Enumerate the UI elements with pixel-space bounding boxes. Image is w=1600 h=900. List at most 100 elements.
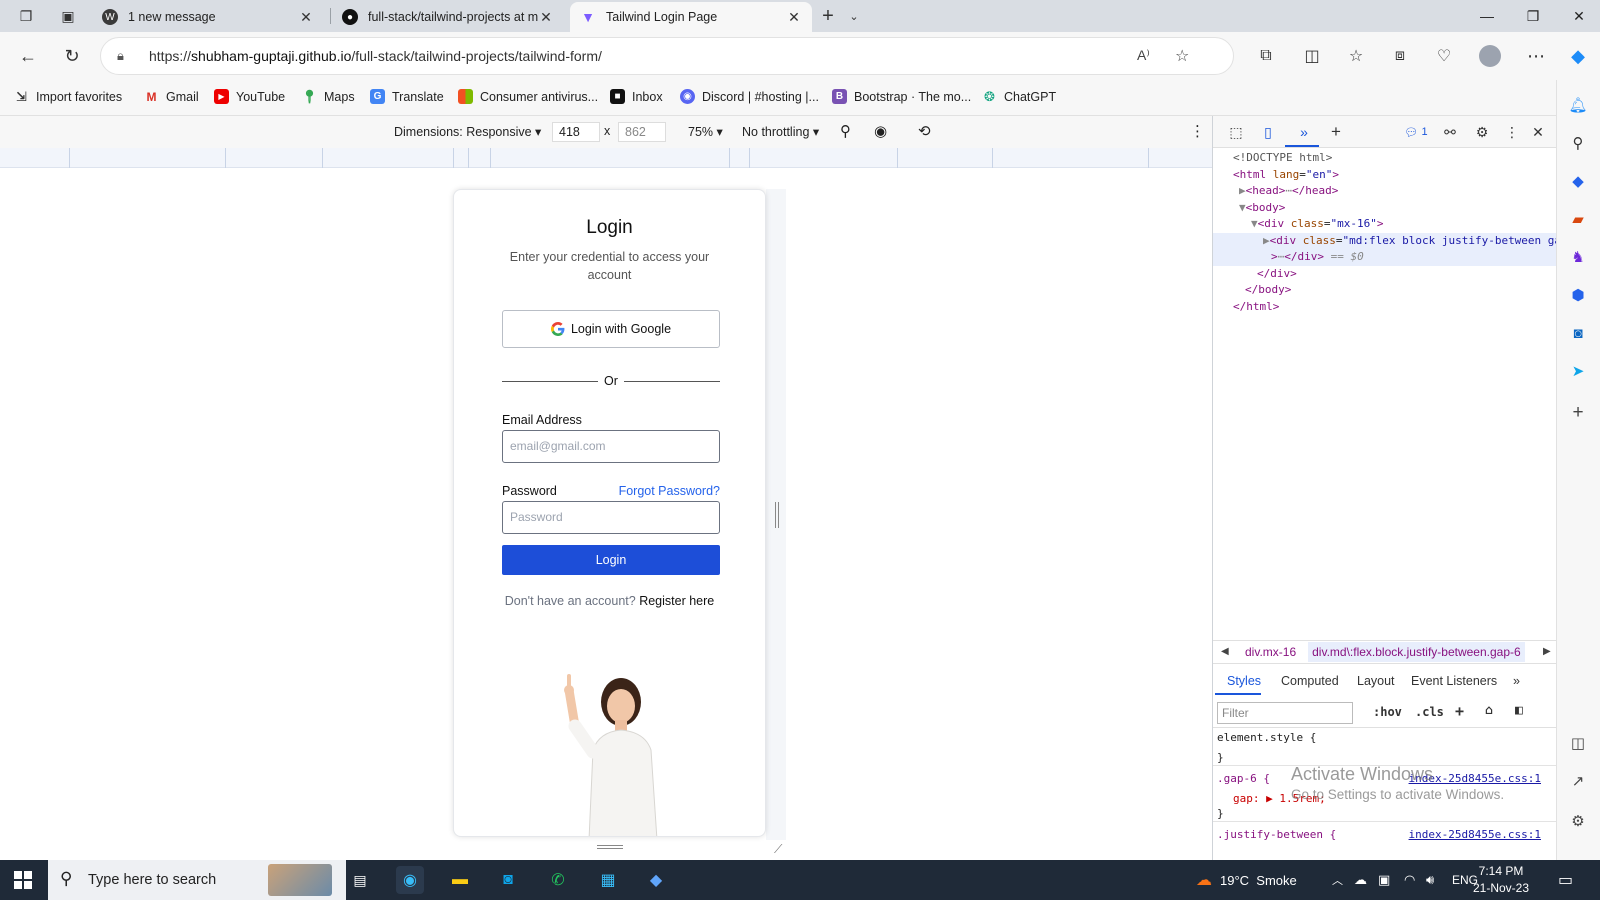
copilot-icon[interactable]: ◆ <box>1562 40 1594 72</box>
weather-widget[interactable]: ☁ 19°C Smoke <box>1196 860 1297 900</box>
volume-icon[interactable]: 🔊︎ <box>1426 860 1434 900</box>
dom-html-close-line[interactable]: </html> <box>1213 299 1557 316</box>
register-link[interactable]: Register here <box>639 594 714 608</box>
issues-badge[interactable]: 💬︎ 1 <box>1401 123 1431 141</box>
extensions-icon[interactable]: ⧉ <box>1250 40 1282 72</box>
edge-taskbar-icon[interactable]: ◉ <box>396 866 424 894</box>
tab-tailwind-login[interactable]: ▼ Tailwind Login Page ✕ <box>570 2 812 32</box>
onedrive-icon[interactable]: ☁ <box>1354 860 1367 900</box>
device-emulation-icon[interactable]: ▯ <box>1259 123 1277 141</box>
sensors-icon[interactable]: ⚲ <box>840 122 851 140</box>
tab-actions-icon[interactable]: ▣ <box>52 0 84 32</box>
close-tab-icon[interactable]: ✕ <box>298 9 314 26</box>
tab-github[interactable]: ● full-stack/tailwind-projects at ma ✕ <box>332 2 564 32</box>
rule-element-style[interactable]: element.style { <box>1217 731 1316 744</box>
notifications-icon[interactable]: ▭ <box>1558 860 1573 900</box>
more-tabs-icon[interactable]: » <box>1513 674 1520 688</box>
sidebar-toggle-icon[interactable]: ◧ <box>1515 703 1523 718</box>
copilot-taskbar-icon[interactable]: ◆ <box>642 866 670 894</box>
read-aloud-icon[interactable]: A⁾ <box>1137 47 1150 64</box>
taskbar-search-box[interactable]: ⚲ Type here to search <box>48 860 346 900</box>
bookmark-maps[interactable]: 📍︎ Maps <box>301 89 354 104</box>
email-input[interactable]: email@gmail.com <box>502 430 720 463</box>
connections-icon[interactable]: ⚯ <box>1441 123 1459 141</box>
tools-briefcase-icon[interactable]: ▰ <box>1567 208 1589 230</box>
profile-avatar[interactable] <box>1474 40 1506 72</box>
send-icon[interactable]: ➤ <box>1567 360 1589 382</box>
dom-body-close-line[interactable]: </body> <box>1213 282 1557 299</box>
rule-gap-6[interactable]: .gap-6 { <box>1217 772 1270 785</box>
dom-html-line[interactable]: <html lang="en"> <box>1213 167 1557 184</box>
favorite-star-icon[interactable]: ☆ <box>1175 46 1189 66</box>
breadcrumb-left-icon[interactable]: ◀ <box>1221 646 1229 657</box>
microsoft-store-icon[interactable]: ▦ <box>594 866 622 894</box>
workspaces-icon[interactable]: ❐ <box>10 0 42 32</box>
media-query-ruler[interactable] <box>0 148 1212 168</box>
throttling-dropdown[interactable]: No throttling ▾ <box>742 124 819 139</box>
viewport-resize-handle[interactable] <box>775 502 779 528</box>
device-icon[interactable]: ▣ <box>1378 860 1390 900</box>
bookmark-translate[interactable]: G Translate <box>370 89 444 104</box>
search-icon[interactable]: ⚲ <box>1567 132 1589 154</box>
favorites-icon[interactable]: ☆ <box>1340 40 1372 72</box>
more-panels-icon[interactable]: » <box>1295 123 1313 141</box>
breadcrumb-item[interactable]: div.mx-16 <box>1245 645 1296 659</box>
inspect-element-icon[interactable]: ⬚ <box>1227 123 1245 141</box>
sidebar-settings-icon[interactable]: ⚙ <box>1567 810 1589 832</box>
forgot-password-link[interactable]: Forgot Password? <box>619 484 720 498</box>
cls-toggle[interactable]: .cls <box>1415 705 1444 719</box>
microsoft-365-icon[interactable]: ⬢ <box>1567 284 1589 306</box>
password-input[interactable]: Password <box>502 501 720 534</box>
settings-gear-icon[interactable]: ⚙ <box>1473 123 1491 141</box>
paint-icon[interactable]: ⌂ <box>1485 703 1493 718</box>
lock-icon[interactable]: 🔒︎ <box>117 48 124 64</box>
tab-new-message[interactable]: W 1 new message ✕ <box>92 2 324 32</box>
login-button[interactable]: Login <box>502 545 720 575</box>
rotate-icon[interactable]: ⟲ <box>918 122 931 140</box>
file-explorer-icon[interactable]: ▬ <box>446 866 474 894</box>
open-external-icon[interactable]: ↗ <box>1567 770 1589 792</box>
zoom-dropdown[interactable]: 75% ▾ <box>688 124 723 139</box>
new-rule-icon[interactable]: + <box>1455 702 1464 720</box>
more-menu-icon[interactable]: ⋯ <box>1520 40 1552 72</box>
games-icon[interactable]: ♞ <box>1567 246 1589 268</box>
bookmark-import-favorites[interactable]: ⇲ Import favorites <box>14 89 122 104</box>
dom-head-line[interactable]: ▶<head>⋯</head> <box>1213 183 1557 200</box>
back-icon[interactable]: ← <box>12 40 44 72</box>
tab-styles[interactable]: Styles <box>1227 674 1261 688</box>
vision-icon[interactable]: ◉ <box>874 122 887 140</box>
viewport-bottom-resize-handle[interactable] <box>597 845 623 849</box>
bookmark-antivirus[interactable]: Consumer antivirus... <box>458 89 598 104</box>
tray-chevron-icon[interactable]: ︿ <box>1332 860 1343 900</box>
close-tab-icon[interactable]: ✕ <box>538 9 554 26</box>
breadcrumb-item-active[interactable]: div.md\:flex.block.justify-between.gap-6 <box>1308 642 1525 662</box>
bookmark-chatgpt[interactable]: ❂ ChatGPT <box>982 89 1056 104</box>
close-window-icon[interactable]: ✕ <box>1556 0 1600 32</box>
taskbar-clock[interactable]: 7:14 PM 21-Nov-23 <box>1466 863 1536 897</box>
restore-icon[interactable]: ❐ <box>1510 0 1556 32</box>
browser-essentials-icon[interactable]: ♡ <box>1428 40 1460 72</box>
viewport-width-input[interactable]: 418 <box>552 122 600 142</box>
hov-toggle[interactable]: :hov <box>1373 705 1402 719</box>
task-view-icon[interactable]: ▤ <box>346 866 374 894</box>
breadcrumb-right-icon[interactable]: ▶ <box>1543 646 1551 657</box>
refresh-icon[interactable]: ↻ <box>56 40 88 72</box>
add-panel-icon[interactable]: + <box>1327 122 1345 141</box>
tab-list-chevron-icon[interactable]: ⌄ <box>838 0 870 32</box>
dom-div-mx16-line[interactable]: ▼<div class="mx-16"> <box>1213 216 1557 233</box>
bookmark-bootstrap[interactable]: B Bootstrap · The mo... <box>832 89 971 104</box>
devtools-more-icon[interactable]: ⋮ <box>1503 123 1521 141</box>
windows-start-icon[interactable] <box>14 871 32 889</box>
dimensions-dropdown[interactable]: Dimensions: Responsive ▾ <box>394 124 541 139</box>
url-field[interactable]: 🔒︎ https://shubham-guptaji.github.io/ful… <box>100 37 1234 75</box>
rule-justify-between[interactable]: .justify-between { <box>1217 828 1336 841</box>
shopping-tag-icon[interactable]: ◆ <box>1567 170 1589 192</box>
outlook-taskbar-icon[interactable]: ◙ <box>494 866 522 894</box>
bookmark-inbox[interactable]: ■ Inbox <box>610 89 663 104</box>
dom-div-close-line[interactable]: </div> <box>1213 266 1557 283</box>
viewport-height-input[interactable]: 862 <box>618 122 666 142</box>
tab-layout[interactable]: Layout <box>1357 674 1395 688</box>
tab-computed[interactable]: Computed <box>1281 674 1339 688</box>
styles-filter-input[interactable]: Filter <box>1217 702 1353 724</box>
minimize-icon[interactable]: — <box>1464 0 1510 32</box>
